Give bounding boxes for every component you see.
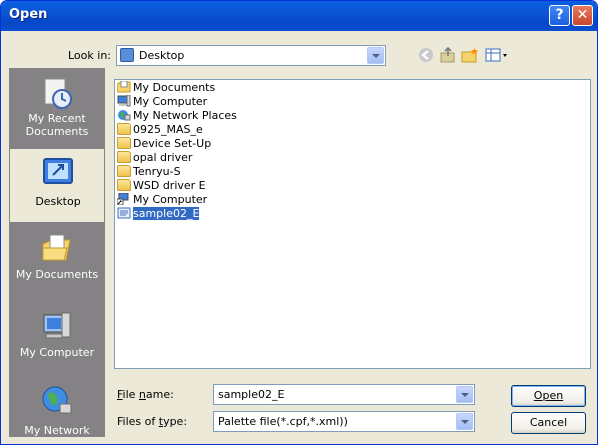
my-network-icon bbox=[40, 384, 74, 418]
up-folder-icon[interactable] bbox=[439, 46, 457, 64]
my-documents-icon bbox=[40, 232, 74, 266]
look-in-label: Look in: bbox=[68, 49, 111, 62]
place-my-documents[interactable]: My Documents bbox=[9, 226, 105, 301]
places-bar: My Recent Documents Desktop My Documents… bbox=[9, 68, 105, 437]
open-button[interactable]: Open bbox=[511, 385, 586, 407]
folder-icon bbox=[117, 137, 131, 149]
file-list[interactable]: My Documents My Computer My Network Plac… bbox=[114, 79, 591, 369]
place-label: Desktop bbox=[35, 195, 81, 208]
file-name-value: sample02_E bbox=[218, 388, 285, 401]
file-type-value: Palette file(*.cpf,*.xml)) bbox=[218, 415, 348, 428]
new-folder-icon[interactable] bbox=[461, 46, 479, 64]
list-item[interactable]: My Network Places bbox=[117, 109, 237, 122]
list-item[interactable]: opal driver bbox=[117, 151, 192, 164]
view-menu-icon[interactable] bbox=[485, 46, 509, 64]
place-label: My Documents bbox=[15, 268, 99, 281]
folder-icon bbox=[117, 179, 131, 191]
list-item[interactable]: My Computer bbox=[116, 192, 207, 206]
desktop-icon bbox=[120, 48, 134, 62]
my-computer-icon bbox=[117, 94, 131, 107]
help-button[interactable]: ? bbox=[549, 5, 570, 26]
file-type-select[interactable]: Palette file(*.cpf,*.xml)) bbox=[213, 411, 475, 432]
list-item[interactable]: WSD driver E bbox=[117, 179, 206, 192]
look-in-value: Desktop bbox=[139, 49, 185, 62]
place-my-network[interactable]: My Network bbox=[9, 378, 105, 444]
network-places-icon bbox=[117, 109, 131, 121]
folder-icon bbox=[117, 151, 131, 163]
file-type-label: Files of type: bbox=[117, 415, 188, 428]
file-type-dropdown-button[interactable] bbox=[456, 413, 473, 430]
file-icon bbox=[117, 207, 131, 219]
place-recent-documents[interactable]: My Recent Documents bbox=[9, 70, 105, 145]
place-desktop[interactable]: Desktop bbox=[9, 148, 105, 223]
close-button[interactable]: ✕ bbox=[572, 5, 593, 26]
list-item[interactable]: sample02_E bbox=[117, 206, 201, 221]
list-item[interactable]: Device Set-Up bbox=[117, 137, 211, 150]
dialog-title: Open bbox=[9, 7, 48, 22]
place-label: My Recent Documents bbox=[25, 112, 89, 138]
recent-documents-icon bbox=[40, 76, 74, 110]
shortcut-icon bbox=[116, 192, 131, 206]
title-bar[interactable]: Open ? ✕ bbox=[1, 1, 597, 31]
my-documents-icon bbox=[116, 80, 131, 93]
file-name-label: File name: bbox=[117, 388, 174, 401]
file-name-input[interactable]: sample02_E bbox=[213, 384, 475, 405]
place-label: My Network bbox=[24, 424, 90, 437]
list-item[interactable]: Tenryu-S bbox=[117, 165, 181, 178]
back-icon[interactable] bbox=[417, 46, 435, 64]
file-name-dropdown-button[interactable] bbox=[456, 386, 473, 403]
look-in-dropdown-button[interactable] bbox=[367, 47, 384, 64]
cancel-button[interactable]: Cancel bbox=[511, 412, 586, 434]
folder-icon bbox=[117, 123, 131, 135]
folder-icon bbox=[117, 165, 131, 177]
look-in-combo[interactable]: Desktop bbox=[116, 45, 386, 66]
desktop-icon bbox=[41, 155, 75, 189]
my-computer-icon bbox=[40, 310, 74, 344]
place-my-computer[interactable]: My Computer bbox=[9, 304, 105, 379]
list-item[interactable]: 0925_MAS_e bbox=[117, 123, 203, 136]
place-label: My Computer bbox=[19, 346, 95, 359]
open-dialog: Open ? ✕ Look in: Desktop My Recent Docu… bbox=[0, 0, 598, 445]
list-item[interactable]: My Computer bbox=[117, 94, 207, 108]
list-item[interactable]: My Documents bbox=[116, 80, 215, 94]
